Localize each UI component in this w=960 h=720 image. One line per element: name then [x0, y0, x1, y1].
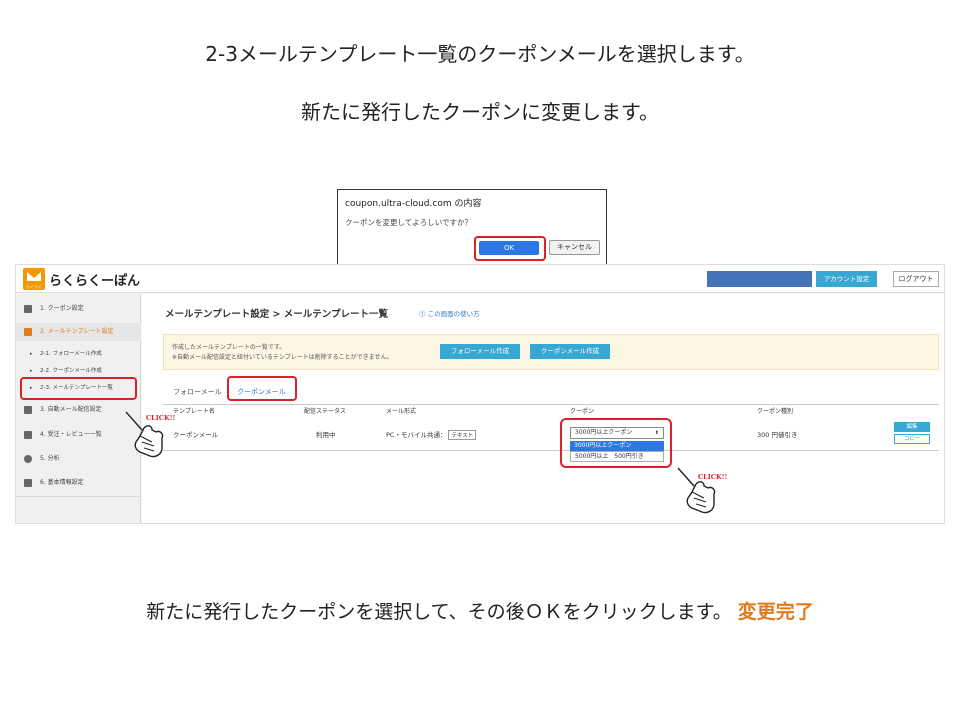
caption-bottom-done: 変更完了 — [737, 601, 814, 623]
cell-coupon-type: 300 円値引き — [757, 431, 798, 439]
info-line2: ※自動メール配信設定と紐付いているテンプレートは削除することができません。 — [172, 354, 393, 361]
row-divider — [163, 450, 939, 451]
tab-coupon-mail[interactable]: クーポンメール — [237, 387, 286, 397]
sidebar-highlight — [20, 377, 137, 400]
cell-status: 利用中 — [316, 431, 336, 439]
ok-button[interactable]: OK — [479, 241, 539, 255]
confirm-dialog: coupon.ultra-cloud.com の内容 クーポンを変更してよろしい… — [337, 189, 607, 266]
caption-bottom: 新たに発行したクーポンを選択して、その後ＯＫをクリックします。 変更完了 — [0, 597, 960, 624]
caption-bottom-main: 新たに発行したクーポンを選択して、その後ＯＫをクリックします。 — [146, 601, 732, 623]
sidebar-item-coupon[interactable]: 1. クーポン設定 — [16, 300, 141, 318]
coupon-option-5000[interactable]: 5000円以上 500円引き — [570, 451, 664, 462]
pointing-hand-icon — [125, 411, 164, 458]
pointing-hand-icon — [677, 467, 716, 514]
caption-line2: 新たに発行したクーポンに変更します。 — [301, 100, 659, 124]
format-tag: テキスト — [448, 430, 477, 440]
coupon-option-3000[interactable]: 3000円以上クーポン — [570, 441, 664, 451]
info-line1: 作成したメールテンプレートの一覧です。 — [172, 344, 286, 351]
cancel-button[interactable]: キャンセル — [549, 240, 600, 255]
coupon-icon — [24, 305, 32, 313]
list-icon — [24, 431, 32, 439]
cell-template-name: クーポンメール — [173, 431, 219, 439]
ok-highlight: OK — [474, 236, 546, 261]
page-title: メールテンプレート設定 > メールテンプレート一覧 — [165, 309, 389, 320]
dialog-title: coupon.ultra-cloud.com の内容 — [345, 199, 482, 209]
tab-follow-mail[interactable]: フォローメール — [173, 387, 222, 397]
mail-icon — [24, 328, 32, 336]
sidebar-sub-follow[interactable]: ▸ 2-1. フォローメール作成 — [16, 346, 141, 362]
sidebar-item-mail-template[interactable]: 2. メールテンプレート設定 — [16, 323, 141, 341]
main-panel: メールテンプレート設定 > メールテンプレート一覧 ⓵ この画面の使い方 作成し… — [142, 294, 944, 523]
dialog-message: クーポンを変更してよろしいですか？ — [345, 218, 473, 227]
header-coupon-type: クーポン種別 — [757, 408, 794, 415]
tab-divider — [163, 404, 939, 405]
account-settings-button[interactable]: アカウント設定 — [816, 271, 877, 287]
tutorial-slide: 2-3メールテンプレート一覧のクーポンメールを選択します。 新たに発行したクーポ… — [0, 0, 960, 720]
gears-icon — [24, 406, 32, 414]
caption-line1: 2-3メールテンプレート一覧のクーポンメールを選択します。 — [205, 42, 755, 66]
howto-link[interactable]: ⓵ この画面の使い方 — [419, 308, 480, 318]
logout-button[interactable]: ログアウト — [893, 271, 939, 287]
edit-button[interactable]: 編集 — [894, 422, 930, 432]
logo-mail-icon: らくらく — [23, 268, 45, 290]
coupon-select[interactable]: 3000円以上クーポン ⬍ — [570, 427, 664, 439]
header-format: メール形式 — [386, 408, 417, 415]
logo-sub-text: らくらく — [26, 284, 42, 289]
cell-format: PC・モバイル共通： テキスト — [386, 429, 477, 440]
sidebar-item-basic-info[interactable]: 6. 基本情報設定 — [16, 474, 141, 492]
pie-chart-icon — [24, 455, 32, 463]
app-screenshot: らくらく らくらくーぽん アカウント設定 ログアウト 1. クーポン設定 2. … — [15, 264, 945, 524]
sidebar-divider — [16, 496, 141, 497]
gear-icon — [24, 479, 32, 487]
logo-text: らくらくーぽん — [49, 274, 141, 289]
chevron-right-icon: ▸ — [30, 351, 33, 357]
account-name-bar — [707, 271, 812, 287]
header-template-name: テンプレート名 — [173, 408, 215, 415]
create-coupon-mail-button[interactable]: クーポンメール作成 — [530, 344, 610, 359]
header-coupon: クーポン — [570, 408, 595, 415]
copy-button[interactable]: コピー — [894, 434, 930, 444]
header-status: 配信ステータス — [304, 408, 347, 415]
top-bar: らくらく らくらくーぽん アカウント設定 ログアウト — [16, 265, 944, 293]
updown-arrow-icon: ⬍ — [654, 430, 659, 436]
create-follow-mail-button[interactable]: フォローメール作成 — [440, 344, 520, 359]
